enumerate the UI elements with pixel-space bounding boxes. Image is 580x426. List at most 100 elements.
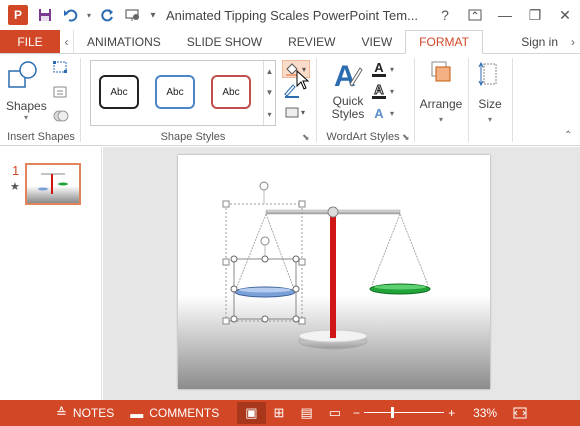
gallery-more-icon[interactable]: ▾ — [267, 110, 271, 119]
start-from-beginning-icon[interactable] — [120, 0, 146, 30]
comments-icon: ▬ — [130, 405, 144, 421]
tab-view[interactable]: VIEW — [348, 30, 405, 53]
shape-effects-button[interactable]: ▾ — [282, 104, 310, 122]
text-fill-button[interactable]: A ▾ — [372, 60, 402, 78]
slide-sorter-icon: ⊞ — [273, 405, 285, 420]
window-controls: ? — ❐ ✕ — [430, 0, 580, 30]
insert-shapes-group-label: Insert Shapes — [7, 131, 75, 143]
wordart-styles-group-label: WordArt Styles — [326, 131, 400, 143]
quick-styles-label-line2: Styles — [331, 107, 365, 121]
arrange-dropdown-icon: ▾ — [438, 115, 443, 124]
size-label: Size — [478, 97, 502, 111]
shape-styles-launcher-icon[interactable]: ⬊ — [302, 132, 310, 143]
zoom-out-button[interactable]: − — [349, 400, 364, 426]
mouse-cursor-icon — [296, 69, 310, 93]
edit-shape-icon[interactable] — [52, 60, 72, 78]
shapes-dropdown-icon: ▾ — [23, 113, 28, 122]
slide-show-icon: ▭ — [328, 405, 342, 420]
text-outline-dropdown-icon: ▾ — [390, 86, 395, 96]
normal-view-button[interactable]: ▣ — [237, 402, 266, 424]
ribbon-tabs: FILE ‹ ANIMATIONS SLIDE SHOW REVIEW VIEW… — [0, 30, 580, 54]
gallery-down-icon[interactable]: ▼ — [266, 88, 274, 97]
close-button[interactable]: ✕ — [550, 0, 580, 30]
shape-styles-group-label: Shape Styles — [160, 131, 226, 143]
group-divider — [316, 58, 317, 142]
shape-style-swatch-red[interactable]: Abc — [211, 75, 251, 109]
shape-style-swatch-blue[interactable]: Abc — [155, 75, 195, 109]
quick-access-toolbar: P ▾ ▾ — [0, 0, 160, 30]
wordart-launcher-icon[interactable]: ⬊ — [402, 132, 410, 143]
zoom-slider-thumb[interactable] — [391, 407, 395, 418]
sign-in-link[interactable]: Sign in — [513, 30, 566, 53]
slide-canvas[interactable] — [178, 155, 490, 389]
normal-view-icon: ▣ — [245, 405, 258, 420]
quick-styles-button[interactable]: A Quick Styles — [328, 58, 368, 128]
text-outline-icon: A — [372, 83, 386, 99]
shape-style-swatch-black[interactable]: Abc — [99, 75, 139, 109]
redo-icon[interactable] — [94, 0, 120, 30]
shape-effects-icon: ▾ — [285, 107, 305, 118]
ribbon-display-options-icon[interactable] — [460, 0, 490, 30]
slide-thumbnail-pane: 1 ★ — [0, 147, 102, 400]
zoom-level[interactable]: 33% — [465, 400, 505, 426]
shapes-button[interactable]: Shapes ▾ — [6, 60, 47, 126]
tab-scroll-left-icon[interactable]: ‹ — [60, 30, 74, 53]
arrange-button[interactable]: Arrange ▾ — [418, 58, 464, 138]
slide-sorter-button[interactable]: ⊞ — [266, 400, 293, 426]
svg-text:▾: ▾ — [301, 108, 305, 117]
merge-shapes-icon[interactable] — [52, 108, 72, 126]
reading-view-icon: ▤ — [300, 405, 313, 420]
undo-icon[interactable] — [58, 0, 84, 30]
tab-scroll-right-icon[interactable]: › — [566, 30, 580, 53]
text-fill-dropdown-icon: ▾ — [390, 64, 395, 74]
slide-show-button[interactable]: ▭ — [321, 400, 349, 426]
save-icon[interactable] — [32, 0, 58, 30]
window-title: Animated Tipping Scales PowerPoint Tem..… — [166, 7, 418, 23]
shapes-icon — [8, 61, 37, 88]
powerpoint-logo-icon: P — [8, 5, 28, 25]
right-pan-highlight — [374, 284, 426, 290]
comments-button[interactable]: ▬ COMMENTS — [122, 400, 227, 426]
left-pan-highlight — [239, 287, 291, 293]
gallery-scroll[interactable]: ▲ ▼ ▾ — [263, 61, 275, 125]
notes-icon: ≙ — [56, 405, 67, 420]
animation-star-icon: ★ — [10, 181, 20, 193]
text-effects-dropdown-icon: ▾ — [390, 108, 395, 118]
shapes-label: Shapes — [6, 99, 47, 113]
text-box-icon[interactable] — [52, 84, 72, 102]
group-divider — [468, 58, 469, 142]
collapse-ribbon-icon[interactable]: ⌃ — [564, 130, 572, 141]
text-outline-button[interactable]: A ▾ — [372, 82, 402, 100]
text-effects-icon: A — [374, 105, 384, 121]
customize-qat-icon[interactable]: ▾ — [146, 0, 160, 30]
tab-format[interactable]: FORMAT — [405, 30, 483, 54]
comments-label: COMMENTS — [149, 406, 220, 420]
shape-styles-gallery: Abc Abc Abc ▲ ▼ ▾ — [90, 60, 276, 126]
notes-button[interactable]: ≙ NOTES — [48, 400, 122, 426]
scale-pivot — [327, 206, 339, 218]
tab-slide-show[interactable]: SLIDE SHOW — [174, 30, 275, 53]
zoom-slider[interactable] — [364, 400, 445, 426]
notes-label: NOTES — [72, 406, 115, 420]
zoom-in-button[interactable]: + — [444, 400, 459, 426]
group-divider — [414, 58, 415, 142]
size-button[interactable]: Size ▾ — [472, 58, 508, 138]
tab-file[interactable]: FILE — [0, 30, 60, 53]
reading-view-button[interactable]: ▤ — [292, 400, 320, 426]
tab-animations[interactable]: ANIMATIONS — [74, 30, 174, 53]
tab-review[interactable]: REVIEW — [275, 30, 348, 53]
restore-button[interactable]: ❐ — [520, 0, 550, 30]
gallery-up-icon[interactable]: ▲ — [266, 67, 274, 76]
zoom-slider-track — [364, 412, 445, 413]
text-fill-icon: A — [372, 61, 386, 77]
ribbon: Shapes ▾ Insert Shapes Abc Abc Abc ▲ ▼ ▾… — [0, 54, 580, 146]
minimize-button[interactable]: — — [490, 0, 520, 30]
slide-thumbnail[interactable] — [25, 163, 81, 205]
scales-illustration — [178, 155, 490, 389]
group-divider — [512, 58, 513, 142]
text-effects-button[interactable]: A ▾ — [372, 104, 402, 122]
size-dropdown-icon: ▾ — [487, 115, 492, 124]
fit-slide-button[interactable] — [505, 400, 535, 426]
undo-dropdown-icon[interactable]: ▾ — [84, 0, 94, 30]
help-button[interactable]: ? — [430, 0, 460, 30]
